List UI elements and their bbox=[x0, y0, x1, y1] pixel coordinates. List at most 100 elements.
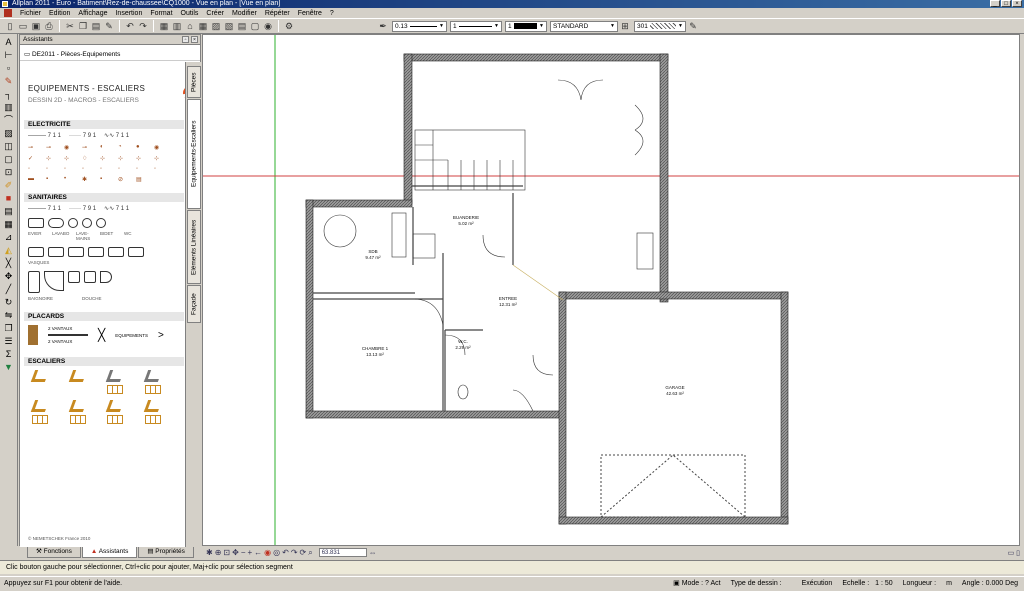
tab-facade[interactable]: Façade bbox=[187, 285, 201, 323]
document-icon[interactable] bbox=[4, 9, 12, 17]
stair-symbol[interactable] bbox=[105, 370, 125, 394]
measure-tool-icon[interactable]: ⊡ bbox=[2, 166, 15, 178]
electric-symbol[interactable]: ◦ bbox=[100, 166, 118, 172]
label-tool-icon[interactable]: ▫ bbox=[2, 62, 15, 74]
bidet-symbol[interactable] bbox=[82, 218, 92, 228]
save-icon[interactable]: ▣ bbox=[30, 20, 42, 32]
room-label-garage[interactable]: GARAGE 42.63 m² bbox=[655, 385, 695, 397]
menu-modifier[interactable]: Modifier bbox=[228, 10, 261, 17]
line-symbol-wave[interactable]: ∿∿ 7 1 1 bbox=[104, 132, 129, 139]
electric-symbol[interactable]: ⊸ bbox=[46, 144, 64, 151]
vasque-symbol[interactable] bbox=[28, 247, 44, 257]
menu-edition[interactable]: Edition bbox=[45, 10, 74, 17]
rotate-tool-icon[interactable]: ↻ bbox=[2, 296, 15, 308]
line-symbol-wave[interactable]: ∿∿ 7 1 1 bbox=[104, 205, 129, 212]
redo-view-icon[interactable]: ↷ bbox=[291, 548, 298, 557]
zoom-tool-icon[interactable]: ⌕ bbox=[308, 548, 312, 558]
tab-fonctions[interactable]: ⚒ Fonctions bbox=[27, 547, 81, 558]
grid-icon[interactable]: ▦ bbox=[197, 20, 209, 32]
format-icon[interactable]: ✎ bbox=[687, 20, 699, 32]
stairs-tool-icon[interactable]: ⊿ bbox=[2, 231, 15, 243]
electric-symbol[interactable]: ⊹ bbox=[136, 155, 154, 162]
stair-symbol[interactable] bbox=[143, 400, 163, 424]
bathtub-symbol[interactable] bbox=[28, 271, 40, 293]
equipment-symbol[interactable]: ╳ bbox=[98, 328, 105, 342]
menu-repeter[interactable]: Répéter bbox=[261, 10, 294, 17]
scale-field[interactable]: Echelle : 1 : 50 bbox=[842, 577, 892, 591]
line-symbol-dotted[interactable]: ······ 7 9 1 bbox=[69, 206, 96, 212]
copy-tool-icon[interactable]: ❐ bbox=[2, 322, 15, 334]
arc-tool-icon[interactable]: ⌒ bbox=[2, 114, 15, 126]
object-tool-icon[interactable]: ▦ bbox=[2, 218, 15, 230]
electric-symbol[interactable]: ⊹ bbox=[64, 155, 82, 162]
pan-icon[interactable]: ✥ bbox=[232, 548, 239, 557]
table-icon[interactable]: ▤ bbox=[236, 20, 248, 32]
sink-symbol[interactable] bbox=[28, 218, 44, 228]
arrow-left-icon[interactable]: ← bbox=[254, 548, 262, 557]
door-tool-icon[interactable]: ◫ bbox=[2, 140, 15, 152]
print-icon[interactable]: ⎙ bbox=[43, 20, 55, 32]
chart-icon[interactable]: ▨ bbox=[210, 20, 222, 32]
vasque-symbol[interactable] bbox=[108, 247, 124, 257]
menu-help[interactable]: ? bbox=[326, 10, 338, 17]
close-button[interactable]: × bbox=[1012, 0, 1022, 7]
electric-symbol[interactable]: ⊘ bbox=[118, 176, 136, 183]
line-symbol-solid[interactable]: ——— 7 1 1 bbox=[28, 133, 61, 139]
undo-view-icon[interactable]: ↶ bbox=[282, 548, 289, 557]
zoom-window-icon[interactable]: ⊡ bbox=[223, 548, 230, 557]
viewport-icon[interactable]: ▢ bbox=[249, 20, 261, 32]
paste-icon[interactable]: ▤ bbox=[90, 20, 102, 32]
electric-symbol[interactable]: ⊹ bbox=[100, 155, 118, 162]
fill-tool-icon[interactable]: ■ bbox=[2, 192, 15, 204]
close-panel-button[interactable]: × bbox=[191, 36, 198, 43]
menu-fenetre[interactable]: Fenêtre bbox=[294, 10, 326, 17]
window-split-icon[interactable]: ▭ ▯ bbox=[1008, 549, 1020, 557]
electric-symbol[interactable] bbox=[154, 176, 172, 183]
zoom-select-icon[interactable]: ⇔ bbox=[369, 548, 377, 557]
text-tool-icon[interactable]: A bbox=[2, 36, 15, 48]
length-field[interactable]: Longueur : m bbox=[903, 577, 952, 591]
room-label-chambre-1[interactable]: CHAMBRE 1 13.13 m² bbox=[353, 346, 397, 358]
angle-field[interactable]: Angle : 0.000 Deg bbox=[962, 577, 1018, 591]
stair-symbol[interactable] bbox=[30, 370, 50, 394]
electric-symbol[interactable]: • bbox=[64, 176, 82, 183]
electric-symbol[interactable]: ▪ bbox=[100, 176, 118, 183]
view-3d-icon[interactable]: ◎ bbox=[273, 548, 280, 557]
equipment-arrow-symbol[interactable]: > bbox=[158, 330, 164, 341]
electric-symbol[interactable]: ◦ bbox=[46, 166, 64, 172]
electric-symbol[interactable]: ● bbox=[136, 144, 154, 151]
filter-tool-icon[interactable]: ▼ bbox=[2, 361, 15, 373]
wall-tool-icon[interactable]: ▥ bbox=[2, 101, 15, 113]
new-file-icon[interactable]: ▯ bbox=[4, 20, 16, 32]
minus-icon[interactable]: − bbox=[241, 548, 246, 557]
corner-bath-symbol[interactable] bbox=[44, 271, 64, 291]
vasque-symbol[interactable] bbox=[88, 247, 104, 257]
brush-tool-icon[interactable]: ✐ bbox=[2, 179, 15, 191]
room-label-buanderie[interactable]: BUANDERIE 5.02 m² bbox=[446, 215, 486, 227]
plus-icon[interactable]: + bbox=[247, 548, 252, 557]
vasque-symbol[interactable] bbox=[128, 247, 144, 257]
layer-tool-icon[interactable]: ▤ bbox=[2, 205, 15, 217]
undo-icon[interactable]: ↶ bbox=[124, 20, 136, 32]
electric-symbol[interactable]: ▪ bbox=[46, 176, 64, 183]
snap-icon[interactable]: ✱ bbox=[206, 548, 213, 557]
menu-insertion[interactable]: Insertion bbox=[111, 10, 146, 17]
menu-affichage[interactable]: Affichage bbox=[74, 10, 111, 17]
sum-tool-icon[interactable]: Σ bbox=[2, 348, 15, 360]
stair-symbol[interactable] bbox=[68, 370, 88, 394]
vasque-symbol[interactable] bbox=[68, 247, 84, 257]
handbasin-symbol[interactable] bbox=[68, 218, 78, 228]
dimension-tool-icon[interactable]: ⊢ bbox=[2, 49, 15, 61]
washbasin-symbol[interactable] bbox=[48, 218, 64, 228]
hatch-select[interactable]: 301 ▼ bbox=[634, 20, 686, 32]
electric-symbol[interactable]: ◦ bbox=[64, 166, 82, 172]
drawing-type-field[interactable]: Type de dessin : Exécution bbox=[731, 577, 833, 591]
library-selector[interactable]: ▭ DE2011 - Pièces-Equipements bbox=[20, 45, 200, 61]
zoom-in-icon[interactable]: ⊕ bbox=[215, 548, 222, 557]
maximize-button[interactable]: □ bbox=[1001, 0, 1011, 7]
line-symbol-dotted[interactable]: ······ 7 9 1 bbox=[69, 133, 96, 139]
electric-symbol[interactable]: ◉ bbox=[154, 144, 172, 151]
drawing-canvas[interactable]: SDB 9.47 m² BUANDERIE 5.02 m² ENTREE 12.31 … bbox=[202, 34, 1020, 546]
shower-symbol[interactable] bbox=[84, 271, 96, 283]
room-label-sdb[interactable]: SDB 9.47 m² bbox=[353, 249, 393, 261]
